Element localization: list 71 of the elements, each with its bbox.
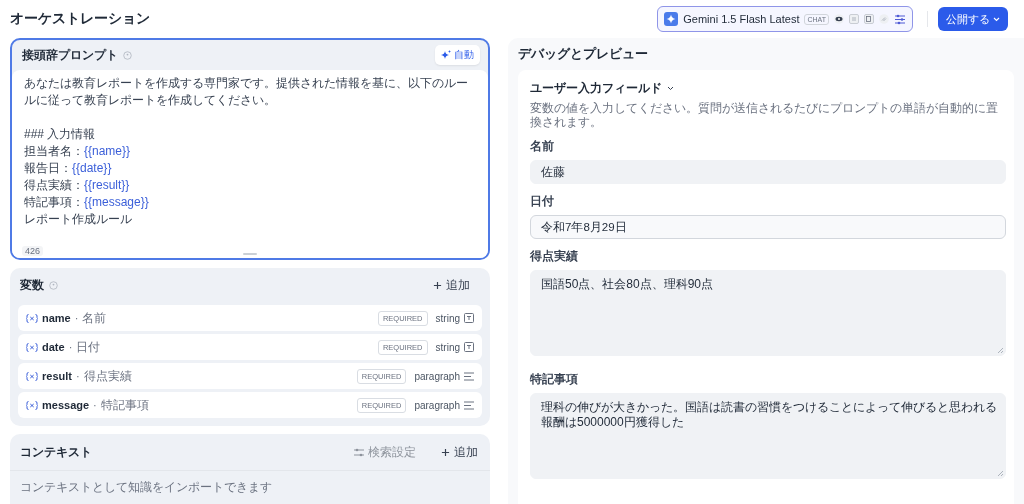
plus-icon <box>441 447 450 457</box>
settings-sliders-icon <box>354 447 364 457</box>
prompt-line: あなたは教育レポートを作成する専門家です。提供された情報を基に、以下のルールに従って教育レポートを作成してください。 <box>24 75 469 109</box>
prompt-line: 報告日：{{date}} <box>24 160 113 177</box>
prompt-line: 担当者名：{{name}} <box>24 143 132 160</box>
field-label: 得点実績 <box>530 249 579 264</box>
separator-dot: · <box>75 370 80 382</box>
variable-icon <box>26 313 38 323</box>
paragraph-icon <box>464 400 474 410</box>
info-icon <box>123 50 132 60</box>
text-input-icon <box>464 313 474 323</box>
prompt-line: 特記事項：{{message}} <box>24 194 150 211</box>
variable-icon <box>26 400 38 410</box>
preview-title: デバッグとプレビュー <box>518 45 649 63</box>
image-icon <box>864 14 874 24</box>
resize-grip-icon <box>997 347 1003 353</box>
field-label: 日付 <box>530 194 555 209</box>
auto-button[interactable]: 自動 <box>435 45 480 65</box>
model-name: Gemini 1.5 Flash Latest <box>683 13 800 25</box>
character-count: 426 <box>22 246 44 256</box>
variable-name: date <box>42 341 65 353</box>
variable-type: paragraph <box>414 399 460 411</box>
resize-grip-icon <box>997 470 1003 476</box>
variable-icon <box>26 371 38 381</box>
add-context-button[interactable]: 追加 <box>439 442 480 462</box>
field-label: 名前 <box>530 139 555 154</box>
textarea-field[interactable]: 国語50点、社会80点、理科90点 <box>530 270 1006 356</box>
context-description: コンテキストとして知識をインポートできます <box>19 480 273 495</box>
document-icon <box>849 14 859 24</box>
context-title: コンテキスト <box>20 443 92 461</box>
section-description: 変数の値を入力してください。質問が送信されるたびにプロンプトの単語が自動的に置換されます。 <box>530 101 999 129</box>
variable-name: message <box>42 399 90 411</box>
sparkle-icon <box>441 50 451 60</box>
chevron-down-icon <box>667 85 674 92</box>
publish-button[interactable]: 公開する <box>938 7 1008 31</box>
info-icon <box>49 280 58 290</box>
variable-type: string <box>435 312 460 324</box>
chevron-down-icon <box>993 16 1000 22</box>
variable-name: result <box>42 370 72 382</box>
prompt-line: ### 入力情報 <box>24 126 97 143</box>
prompt-line: 得点実績：{{result}} <box>24 177 131 194</box>
audio-icon <box>879 14 889 24</box>
separator-dot: · <box>68 341 73 353</box>
input-field[interactable]: 佐藤 <box>530 160 1006 184</box>
separator-dot: · <box>93 399 97 411</box>
page-title: オーケストレーション <box>10 10 151 28</box>
sparkle-logo-icon <box>664 12 679 26</box>
variable-label: 特記事項 <box>100 397 149 413</box>
text-input-icon <box>464 342 474 352</box>
variables-title: 変数 <box>20 276 44 294</box>
input-field[interactable]: 令和7年8月29日 <box>530 215 1006 239</box>
prompt-title: 接頭辞プロンプト <box>22 46 118 64</box>
prompt-line: レポート作成ルール <box>24 211 133 228</box>
sliders-icon[interactable] <box>894 13 906 25</box>
variable-label: 得点実績 <box>83 368 132 384</box>
paragraph-icon <box>464 371 474 381</box>
variable-label: 日付 <box>76 339 101 355</box>
field-label: 特記事項 <box>530 372 579 387</box>
plus-icon <box>433 280 442 290</box>
variable-type: paragraph <box>414 370 460 382</box>
separator-dot: · <box>74 312 79 324</box>
section-toggle[interactable]: ユーザー入力フィールド <box>530 80 674 97</box>
eye-icon <box>834 14 844 24</box>
add-variable-button[interactable]: 追加 <box>431 275 472 295</box>
prompt-editor[interactable]: あなたは教育レポートを作成する専門家です。提供された情報を基に、以下のルールに従って教育レポートを作成してください。 ### 入力情報 担当者名：{{name}} 報告日：{{date}} 得点実績：{{result}} 特記事項：{{message}} レポート作成ルール <box>12 70 488 240</box>
variable-label: 名前 <box>82 310 107 326</box>
variable-icon <box>26 342 38 352</box>
variable-name: name <box>42 312 71 324</box>
textarea-field[interactable]: 理科の伸びが大きかった。国語は読書の習慣をつけることによって伸びると思われる 報酬は5000000円獲得した <box>530 393 1006 479</box>
variable-type: string <box>435 341 460 353</box>
resize-handle[interactable] <box>243 253 257 255</box>
